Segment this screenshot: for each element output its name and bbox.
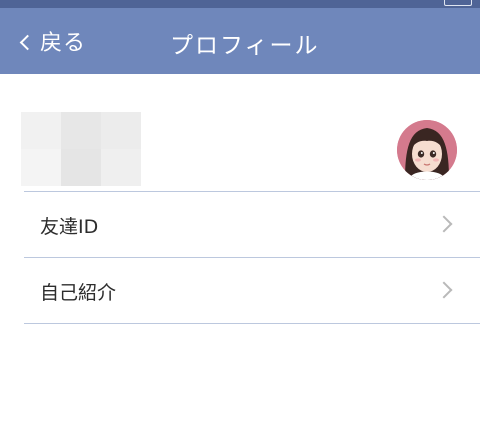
mosaic-block: [101, 149, 141, 186]
mosaic-block: [61, 149, 101, 186]
back-label: 戻る: [40, 31, 87, 56]
mosaic-block: [101, 112, 141, 149]
chevron-right-icon: [435, 215, 453, 233]
back-button[interactable]: 戻る: [19, 27, 87, 56]
row-label: 友達ID: [40, 216, 99, 238]
battery-icon: [444, 0, 472, 6]
obscured-name-mosaic: [21, 112, 141, 186]
row-label: 自己紹介: [40, 282, 117, 304]
mosaic-block: [21, 112, 61, 149]
profile-header: [0, 74, 480, 191]
row-self-introduction[interactable]: 自己紹介: [24, 258, 480, 324]
avatar-image: [397, 120, 457, 180]
chevron-right-icon: [435, 281, 453, 299]
status-bar: [0, 0, 480, 8]
page-title: プロフィール: [170, 33, 320, 59]
mosaic-block: [61, 112, 101, 149]
row-friend-id[interactable]: 友達ID: [24, 192, 480, 258]
profile-content: 友達ID 自己紹介: [0, 74, 480, 436]
navigation-bar: 戻る プロフィール: [0, 8, 480, 74]
avatar[interactable]: [397, 120, 457, 180]
divider: [24, 323, 480, 324]
chevron-left-icon: [19, 34, 36, 50]
mosaic-block: [21, 149, 61, 186]
